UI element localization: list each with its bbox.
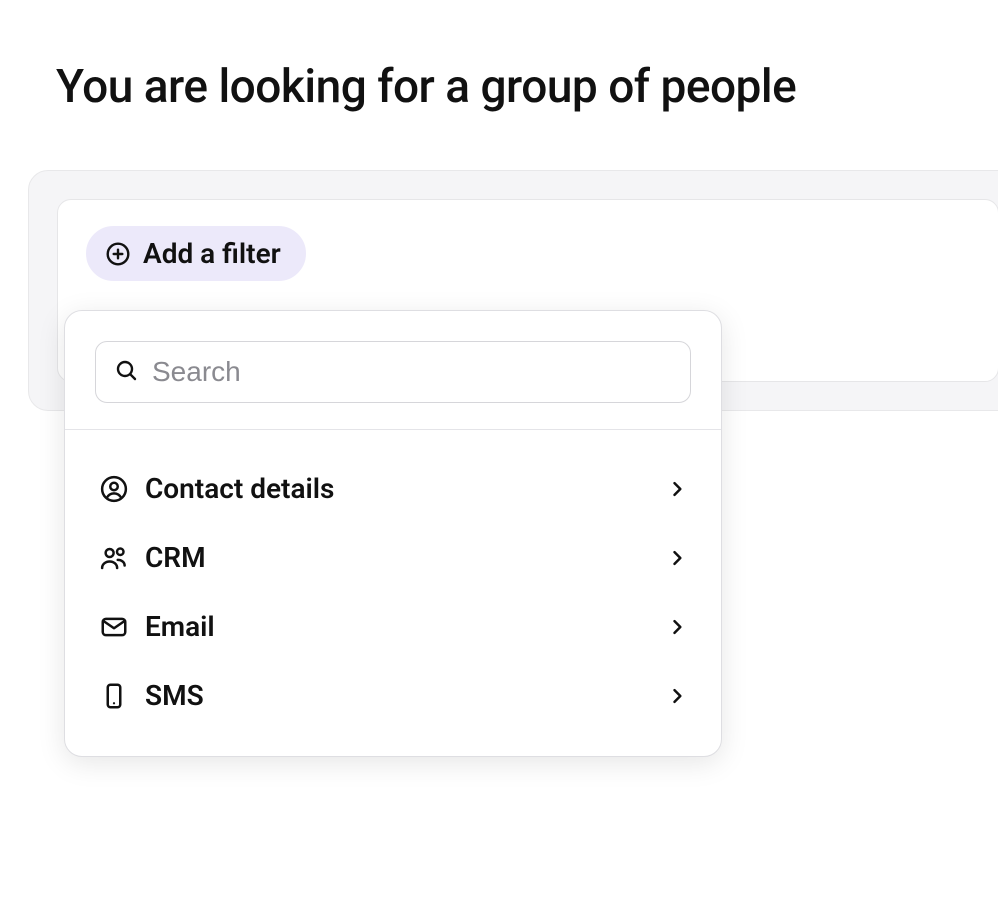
filter-category-label: SMS (145, 679, 667, 712)
chevron-right-icon (667, 686, 687, 706)
chevron-right-icon (667, 617, 687, 637)
filter-category-contact-details[interactable]: Contact details (85, 454, 701, 523)
filter-category-label: CRM (145, 541, 667, 574)
user-circle-icon (99, 474, 135, 504)
filter-category-label: Email (145, 610, 667, 643)
filter-category-label: Contact details (145, 472, 667, 505)
add-filter-button[interactable]: Add a filter (86, 226, 306, 281)
filter-area: Add a filter (28, 170, 998, 411)
search-icon (114, 358, 138, 386)
envelope-icon (99, 612, 135, 642)
plus-circle-icon (105, 241, 131, 267)
filter-category-email[interactable]: Email (85, 592, 701, 661)
chevron-right-icon (667, 548, 687, 568)
search-wrap (65, 311, 721, 429)
phone-icon (99, 681, 135, 711)
search-input[interactable] (152, 356, 672, 388)
add-filter-label: Add a filter (143, 237, 281, 270)
filter-card: Add a filter (57, 199, 998, 382)
people-icon (99, 543, 135, 573)
filter-dropdown: Contact details (64, 310, 722, 757)
filter-category-list: Contact details (65, 430, 721, 756)
chevron-right-icon (667, 479, 687, 499)
filter-category-crm[interactable]: CRM (85, 523, 701, 592)
search-field[interactable] (95, 341, 691, 403)
filter-category-sms[interactable]: SMS (85, 661, 701, 730)
page-title: You are looking for a group of people (0, 0, 998, 114)
